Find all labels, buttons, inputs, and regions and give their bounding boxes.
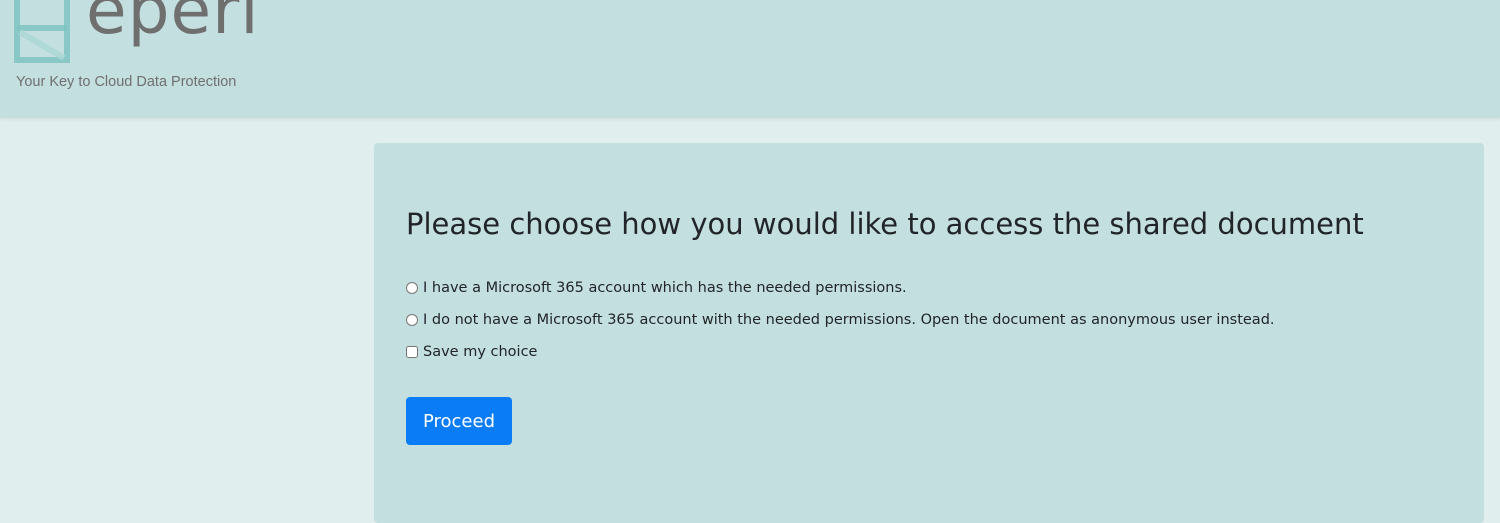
option-microsoft-account-label: I have a Microsoft 365 account which has… — [423, 280, 907, 296]
page-title: Please choose how you would like to acce… — [406, 207, 1364, 241]
save-choice-checkbox[interactable] — [406, 346, 418, 358]
option-anonymous-label: I do not have a Microsoft 365 account wi… — [423, 312, 1275, 328]
save-choice-option[interactable]: Save my choice — [406, 344, 537, 360]
logo-tagline: Your Key to Cloud Data Protection — [16, 74, 237, 90]
access-choice-card: Please choose how you would like to acce… — [374, 143, 1484, 523]
radio-microsoft-account[interactable] — [406, 282, 418, 294]
proceed-button[interactable]: Proceed — [406, 397, 512, 445]
page-header: eperi Your Key to Cloud Data Protection — [0, 0, 1500, 118]
save-choice-label: Save my choice — [423, 344, 538, 360]
radio-anonymous[interactable] — [406, 314, 418, 326]
logo-wordmark: eperi — [86, 0, 260, 49]
eperi-logo-icon — [14, 0, 72, 70]
option-microsoft-account[interactable]: I have a Microsoft 365 account which has… — [406, 280, 907, 296]
option-anonymous[interactable]: I do not have a Microsoft 365 account wi… — [406, 312, 1275, 328]
